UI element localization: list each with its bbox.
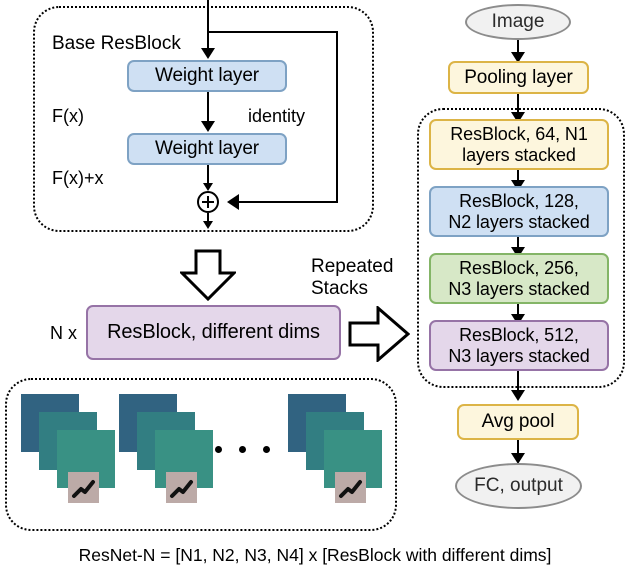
- image-stack-1: [21, 394, 126, 512]
- identity-skip-right: [336, 31, 338, 202]
- pipeline-arrow-6: [511, 390, 525, 401]
- pooling-layer-node[interactable]: Pooling layer: [448, 61, 589, 94]
- stage-node-1[interactable]: ResBlock, 64, N1 layers stacked: [429, 119, 609, 170]
- stage-node-2[interactable]: ResBlock, 128, N2 layers stacked: [429, 186, 609, 237]
- down-block-arrow: [180, 249, 236, 301]
- ellipsis-dots: [215, 446, 270, 453]
- input-image-node[interactable]: Image: [465, 4, 571, 40]
- generic-resblock-node[interactable]: ResBlock, different dims: [86, 305, 341, 360]
- image-note-icon: [68, 472, 99, 503]
- avg-pool-node[interactable]: Avg pool: [457, 404, 579, 440]
- base-input-arrowhead: [201, 48, 215, 59]
- weight-layer-2[interactable]: Weight layer: [127, 133, 287, 165]
- image-stack-2: [119, 394, 224, 512]
- identity-label: identity: [248, 106, 306, 126]
- identity-skip-arrowhead: [227, 194, 239, 210]
- figure-root: Base ResBlock identity Weight layer F(x)…: [0, 0, 630, 580]
- identity-skip-bottom: [232, 201, 338, 203]
- identity-skip-top: [207, 31, 338, 33]
- weight-layer-1[interactable]: Weight layer: [127, 60, 287, 92]
- base-input-line: [207, 0, 209, 52]
- repeated-stacks-label: Repeated Stacks: [311, 256, 394, 299]
- dot: [263, 446, 270, 453]
- dot: [239, 446, 246, 453]
- right-block-arrow: [348, 306, 410, 362]
- stage-node-3[interactable]: ResBlock, 256, N3 layers stacked: [429, 253, 609, 304]
- dot: [215, 446, 222, 453]
- image-note-icon: [166, 472, 197, 503]
- base-to-sum-arrowhead: [203, 183, 213, 191]
- image-note-icon: [335, 472, 366, 503]
- figure-caption: ResNet-N = [N1, N2, N3, N4] x [ResBlock …: [78, 545, 552, 565]
- n-times-label: N x: [50, 323, 77, 343]
- base-mid-arrowhead: [201, 121, 215, 132]
- stage-node-4[interactable]: ResBlock, 512, N3 layers stacked: [429, 320, 609, 371]
- fx-label: F(x): [52, 106, 84, 126]
- sum-operator-icon: [197, 191, 219, 213]
- image-stack-3: [288, 394, 393, 512]
- base-resblock-title: Base ResBlock: [52, 33, 181, 54]
- fc-output-node[interactable]: FC, output: [455, 463, 582, 509]
- fx-plus-x-label: F(x)+x: [52, 168, 104, 188]
- base-output-arrowhead: [203, 221, 213, 229]
